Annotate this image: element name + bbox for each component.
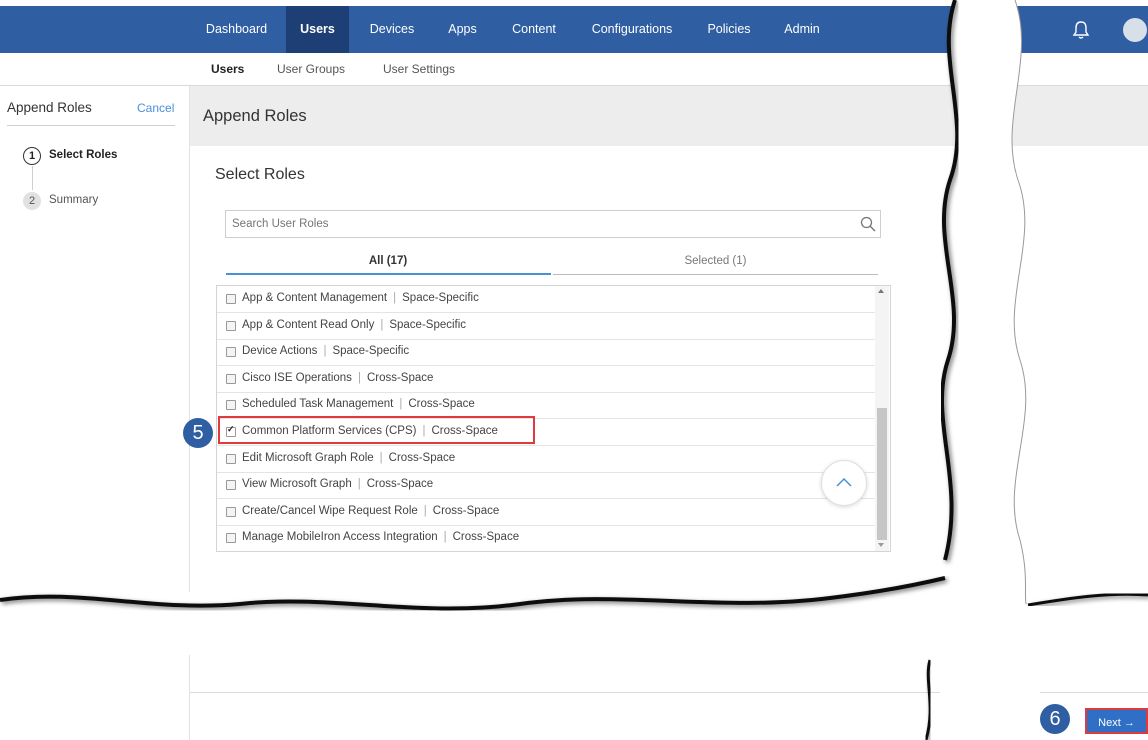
role-row[interactable]: App & Content Read Only | Space-Specific: [217, 313, 875, 340]
next-button[interactable]: Next →: [1085, 708, 1148, 734]
role-label: Scheduled Task Management | Cross-Space: [242, 398, 475, 410]
role-separator: |: [393, 292, 397, 304]
role-name: App & Content Management: [242, 292, 388, 304]
step-number-2: 2: [23, 192, 41, 210]
role-separator: |: [357, 371, 361, 384]
role-row[interactable]: App & Content Management | Space-Specific: [217, 286, 875, 313]
search-icon[interactable]: [860, 216, 876, 232]
tab-selected[interactable]: Selected (1): [553, 255, 878, 267]
back-to-top-button[interactable]: [821, 460, 867, 506]
role-row[interactable]: Cisco ISE Operations | Cross-Space: [217, 366, 875, 393]
role-separator: |: [379, 451, 383, 464]
role-name: View Microsoft Graph: [242, 478, 352, 491]
tab-selected-indicator: [553, 274, 878, 275]
role-checkbox[interactable]: [226, 320, 236, 331]
role-separator: |: [380, 318, 384, 331]
role-label: Manage MobileIron Access Integration | Cro…: [242, 531, 519, 543]
scroll-down-arrow-icon[interactable]: [878, 543, 884, 547]
search-input[interactable]: [226, 211, 848, 237]
nav-content[interactable]: Content: [500, 6, 568, 53]
role-separator: |: [423, 504, 427, 517]
role-name: Scheduled Task Management: [242, 398, 394, 411]
callout-step-6: 6: [1040, 704, 1070, 734]
section-title: Select Roles: [215, 166, 305, 183]
role-scope: Space-Specific: [332, 345, 410, 358]
nav-devices[interactable]: Devices: [358, 6, 426, 53]
role-scope: Cross-Space: [388, 451, 456, 464]
wizard-title: Append Roles: [7, 100, 92, 115]
role-scope: Cross-Space: [452, 531, 520, 544]
nav-users[interactable]: Users: [286, 6, 349, 53]
role-separator: |: [357, 478, 361, 491]
top-navigation: Dashboard Users Devices Apps Content Con…: [0, 6, 1148, 53]
role-label: Create/Cancel Wipe Request Role | Cross-Sp…: [242, 505, 499, 517]
callout-step-5: 5: [183, 418, 213, 448]
tab-all-indicator: [226, 273, 551, 275]
role-scope: Cross-Space: [366, 478, 434, 491]
nav-configurations[interactable]: Configurations: [580, 6, 684, 53]
page-title: Append Roles: [203, 107, 307, 125]
role-scope: Space-Specific: [402, 292, 479, 304]
roles-scrollbar[interactable]: [875, 286, 889, 551]
role-name: Edit Microsoft Graph Role: [242, 451, 374, 464]
role-label: Cisco ISE Operations | Cross-Space: [242, 372, 433, 384]
tab-all[interactable]: All (17): [226, 255, 550, 267]
chevron-up-icon: [836, 477, 852, 487]
role-checkbox[interactable]: [226, 373, 236, 384]
step-select-roles[interactable]: Select Roles: [49, 149, 117, 161]
role-label: App & Content Management | Space-Specific: [242, 292, 479, 304]
subnav-user-settings[interactable]: User Settings: [383, 62, 455, 76]
role-label: View Microsoft Graph | Cross-Space: [242, 478, 433, 490]
step-connector: [32, 166, 33, 190]
role-scope: Cross-Space: [408, 398, 475, 411]
user-avatar-icon[interactable]: [1123, 18, 1147, 42]
role-label: Device Actions | Space-Specific: [242, 345, 409, 357]
role-name: Manage MobileIron Access Integration: [242, 531, 438, 544]
screenshot: Dashboard Users Devices Apps Content Con…: [0, 0, 1148, 740]
subnav-users[interactable]: Users: [211, 62, 244, 76]
highlight-selected-role: [218, 416, 535, 444]
role-row[interactable]: Create/Cancel Wipe Request Role | Cross-Sp…: [217, 499, 875, 526]
role-checkbox[interactable]: [226, 506, 236, 517]
step-summary[interactable]: Summary: [49, 194, 98, 206]
role-row[interactable]: Edit Microsoft Graph Role | Cross-Space: [217, 446, 875, 473]
role-row[interactable]: Device Actions | Space-Specific: [217, 339, 875, 367]
role-scope: Cross-Space: [432, 504, 500, 517]
role-label: App & Content Read Only | Space-Specific: [242, 319, 466, 331]
wizard-panel: Append Roles Cancel 1 2 Select Roles Sum…: [0, 86, 190, 740]
role-separator: |: [399, 398, 403, 411]
role-checkbox[interactable]: [226, 480, 236, 491]
role-label: Edit Microsoft Graph Role | Cross-Space: [242, 452, 455, 464]
role-row[interactable]: View Microsoft Graph | Cross-Space: [217, 472, 875, 500]
step-number-1: 1: [23, 147, 41, 165]
role-checkbox[interactable]: [226, 347, 236, 358]
search-box: [225, 210, 881, 238]
role-checkbox[interactable]: [226, 453, 236, 464]
subnav-user-groups[interactable]: User Groups: [277, 62, 345, 76]
scroll-up-arrow-icon[interactable]: [878, 289, 884, 293]
role-scope: Space-Specific: [389, 318, 467, 331]
nav-admin[interactable]: Admin: [775, 6, 829, 53]
role-scope: Cross-Space: [366, 371, 434, 384]
role-checkbox[interactable]: [226, 400, 236, 411]
role-name: Device Actions: [242, 345, 318, 358]
role-name: Cisco ISE Operations: [242, 371, 352, 384]
role-name: Create/Cancel Wipe Request Role: [242, 504, 418, 517]
role-name: App & Content Read Only: [242, 318, 375, 331]
role-checkbox[interactable]: [226, 533, 236, 544]
role-separator: |: [323, 345, 327, 358]
divider: [7, 125, 175, 126]
footer-divider: [190, 692, 1148, 693]
nav-policies[interactable]: Policies: [697, 6, 761, 53]
role-checkbox[interactable]: [226, 294, 236, 304]
nav-dashboard[interactable]: Dashboard: [196, 6, 277, 53]
notification-bell-icon[interactable]: [1072, 20, 1090, 40]
sub-navigation: Users User Groups User Settings: [0, 53, 1148, 86]
nav-apps[interactable]: Apps: [440, 6, 485, 53]
scroll-thumb[interactable]: [877, 408, 887, 540]
main-header: [190, 86, 1148, 146]
cancel-link[interactable]: Cancel: [137, 101, 174, 115]
role-row[interactable]: Manage MobileIron Access Integration | Cro…: [217, 525, 875, 551]
role-separator: |: [443, 531, 447, 544]
